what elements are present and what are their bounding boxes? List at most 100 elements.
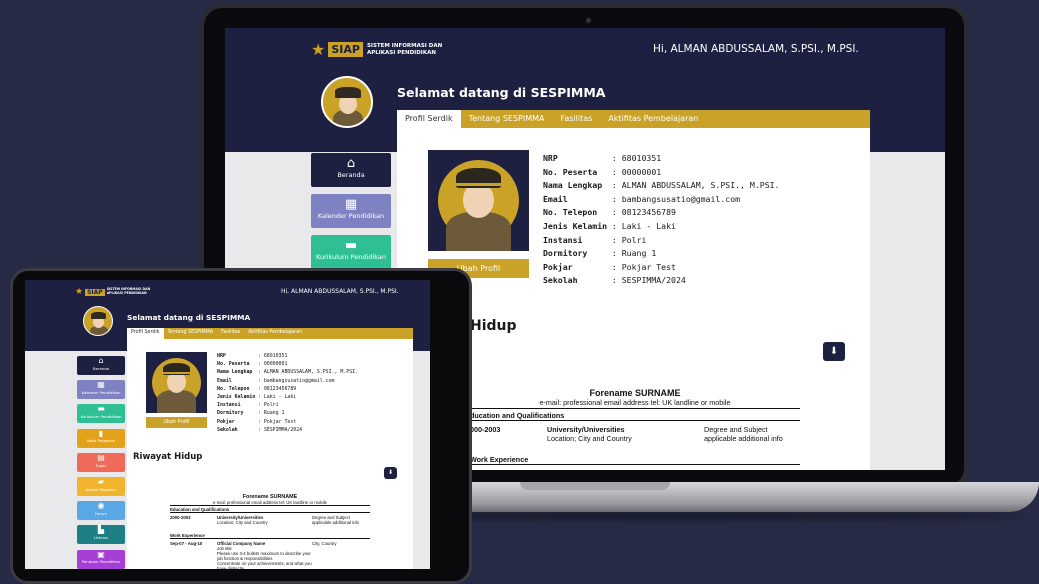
- tablet-menu-panduan-pendidikan[interactable]: ▣ Panduan Pendidikan: [77, 549, 125, 569]
- tablet-info-row: Sekolah: SESPIMMA/2024: [217, 426, 358, 434]
- cv-edu-inst-col: University/Universities Location; City a…: [547, 425, 704, 443]
- brand-logo[interactable]: ★ SIAP SISTEM INFORMASI DAN APLIKASI PEN…: [311, 40, 442, 59]
- tablet-menu-label: Beranda: [93, 365, 109, 371]
- tablet-tab-tentang-sespimma[interactable]: Tentang SESPIMMA: [164, 328, 218, 339]
- avatar-cap: [335, 87, 361, 98]
- tablet-user-greeting[interactable]: Hi, ALMAN ABDUSSALAM, S.PSI., M.PSI.: [281, 288, 399, 295]
- info-key: Sekolah: [543, 275, 578, 286]
- tablet-info-row: Email: bambangsusatio@gmail.com: [217, 377, 358, 385]
- download-button[interactable]: ⬇: [823, 342, 845, 361]
- info-row: NRP:68010351: [543, 152, 780, 166]
- tablet-info-row: Nama Lengkap: ALMAN ABDUSSALAM, S.PSI., M…: [217, 368, 358, 376]
- info-key: Dormitory: [543, 248, 588, 259]
- tablet-info-key: No. Telepon: [217, 385, 250, 392]
- tablet-menu-literasi[interactable]: ▙ Literasi: [77, 525, 125, 545]
- brand-subtitle: SISTEM INFORMASI DAN APLIKASI PENDIDIKAN: [367, 43, 442, 55]
- tab-fasilitas[interactable]: Fasilitas: [553, 110, 601, 128]
- tablet-menu-label: Tugas: [95, 462, 107, 468]
- tablet-info-value: Laki - Laki: [263, 394, 297, 401]
- menu-label: Kalender Pendidikan: [317, 212, 385, 221]
- tablet-menu-beranda[interactable]: ⌂ Beranda: [77, 356, 125, 375]
- tablet-download-button[interactable]: ⬇: [384, 467, 397, 479]
- tablet-cv-document: Forename SURNAME e-mail: professional em…: [170, 494, 370, 569]
- tablet-tab-aktifitas-pembelajaran[interactable]: Aktifitas Pembelajaran: [244, 328, 306, 339]
- tablet-profile-photo: [146, 352, 207, 413]
- brand-line-2: APLIKASI PENDIDIKAN: [366, 49, 436, 56]
- info-row: Instansi: Polri: [543, 234, 780, 248]
- tablet-info-row: Instansi: Polri: [217, 401, 358, 409]
- tab-profil-serdik[interactable]: Profil Serdik: [397, 110, 461, 128]
- tablet-brand-logo[interactable]: ★ SIAP SISTEM INFORMASI DAN APLIKASI PEN…: [75, 287, 150, 297]
- tablet-menu-tugas[interactable]: ▤ Tugas: [77, 452, 125, 472]
- info-key: No. Telepon: [543, 207, 598, 218]
- user-avatar[interactable]: [321, 76, 373, 128]
- tablet-info-key: Nama Lengkap: [217, 369, 253, 376]
- info-value: ALMAN ABDUSSALAM, S.PSI., M.PSI.: [621, 180, 780, 191]
- tablet-tab-profil-serdik[interactable]: Profil Serdik: [127, 328, 164, 339]
- tablet-info-key: No. Peserta: [217, 361, 250, 368]
- tablet-cv-work-col: Official Company Name Job title Please u…: [217, 541, 312, 569]
- top-navbar: ★ SIAP SISTEM INFORMASI DAN APLIKASI PEN…: [225, 28, 945, 72]
- books-icon: ▮: [98, 428, 104, 438]
- calendar-icon: ▦: [344, 197, 358, 212]
- tablet-brand-line-2: APLIKASI PENDIDIKAN: [106, 291, 147, 295]
- tab-aktifitas-pembelajaran[interactable]: Aktifitas Pembelajaran: [600, 110, 706, 128]
- tablet-info-key: Email: [217, 377, 232, 384]
- info-value: Polri: [621, 234, 647, 245]
- tablet-info-value: SESPIMMA/2024: [263, 426, 303, 433]
- tablet-cv-rule: [170, 505, 370, 506]
- info-value: 08123456789: [621, 207, 676, 218]
- tablet-info-separator: :: [257, 361, 261, 368]
- tablet-cv-bullet-1: Please use 3-4 bullets maximum to descri…: [217, 551, 311, 561]
- info-row: No. Peserta:00000001: [543, 166, 780, 180]
- tablet-menu-kalender-pendidikan[interactable]: ▦ Kalender Pendidikan: [77, 380, 125, 400]
- tab-tentang-sespimma[interactable]: Tentang SESPIMMA: [461, 110, 553, 128]
- tablet-info-row: NRP:68010351: [217, 352, 358, 360]
- tablet-info-key: Dormitory: [217, 410, 244, 417]
- tablet-cv-edu-degree-col: Degree and Subject applicable additional…: [312, 515, 359, 525]
- tablet-info-key: Jenis Kelamin: [217, 394, 256, 401]
- tablet-menu-forum[interactable]: ◉ Forum: [77, 501, 125, 521]
- tablet-tab-bar: Profil Serdik Tentang SESPIMMA Fasilitas…: [127, 328, 413, 339]
- menu-beranda[interactable]: ⌂ Beranda: [311, 153, 391, 187]
- tablet-user-avatar[interactable]: [83, 306, 113, 336]
- tablet-menu-jadwal-kegiatan[interactable]: ▰ Jadwal Kegiatan: [77, 477, 125, 496]
- tablet-menu-mata-pelajaran[interactable]: ▮ Mata Pelajaran: [77, 428, 125, 448]
- tablet-info-value: 00000001: [263, 361, 288, 368]
- tablet-cv-edu-years: 2000-2003: [170, 515, 191, 520]
- tablet-info-value: 68010351: [263, 353, 288, 359]
- tablet-cv-work-place: City, Country: [312, 541, 337, 546]
- tablet-info-key: NRP: [217, 353, 226, 359]
- info-value: 68010351: [621, 153, 662, 163]
- tablet-info-separator: :: [257, 394, 261, 401]
- menu-kurikulum-pendidikan[interactable]: ▬ Kurikulum Pendidikan: [311, 235, 391, 269]
- tablet-info-separator: :: [257, 385, 261, 392]
- info-value: Pokjar Test: [621, 261, 676, 272]
- tablet-info-separator: :: [257, 377, 261, 384]
- tablet-menu-label: Jadwal Kegiatan: [85, 486, 117, 492]
- tablet-cv-edu-row: 2000-2003 University/Universities Locati…: [170, 515, 370, 525]
- tablet-menu-kurikulum-pendidikan[interactable]: ▬ Kurikulum Pendidikan: [77, 404, 125, 424]
- tablet-info-value: Pokjar Test: [263, 418, 297, 425]
- info-separator: :: [611, 153, 617, 163]
- tablet-tab-fasilitas[interactable]: Fasilitas: [217, 328, 244, 339]
- tablet-profile-info: NRP:68010351 No. Peserta:00000001 Nama Len…: [217, 352, 358, 434]
- user-greeting[interactable]: Hi, ALMAN ABDUSSALAM, S.PSI., M.PSI.: [653, 43, 859, 55]
- home-icon: ⌂: [346, 156, 356, 171]
- cv-edu-heading: ducation and Qualifications: [470, 411, 565, 420]
- welcome-title: Selamat datang di SESPIMMA: [397, 85, 606, 100]
- tablet-ubah-profil-button[interactable]: Ubah Profil: [146, 417, 207, 428]
- star-icon: ★: [311, 40, 326, 59]
- tablet-menu-label: Kurikulum Pendidikan: [80, 414, 122, 420]
- cv-edu-info: applicable additional info: [704, 434, 783, 443]
- info-separator: :: [611, 180, 617, 191]
- menu-kalender-pendidikan[interactable]: ▦ Kalender Pendidikan: [311, 194, 391, 228]
- tablet-info-separator: :: [257, 369, 261, 376]
- cv-edu-loc: Location; City and Country: [547, 434, 632, 443]
- tab-bar: Profil Serdik Tentang SESPIMMA Fasilitas…: [397, 110, 870, 128]
- tablet-info-key: Instansi: [217, 402, 241, 409]
- info-key: Instansi: [543, 234, 583, 245]
- tablet-top-navbar: ★ SIAP SISTEM INFORMASI DAN APLIKASI PEN…: [25, 280, 430, 304]
- info-row: Nama Lengkap: ALMAN ABDUSSALAM, S.PSI., M…: [543, 179, 780, 193]
- info-key: Pokjar: [543, 261, 573, 272]
